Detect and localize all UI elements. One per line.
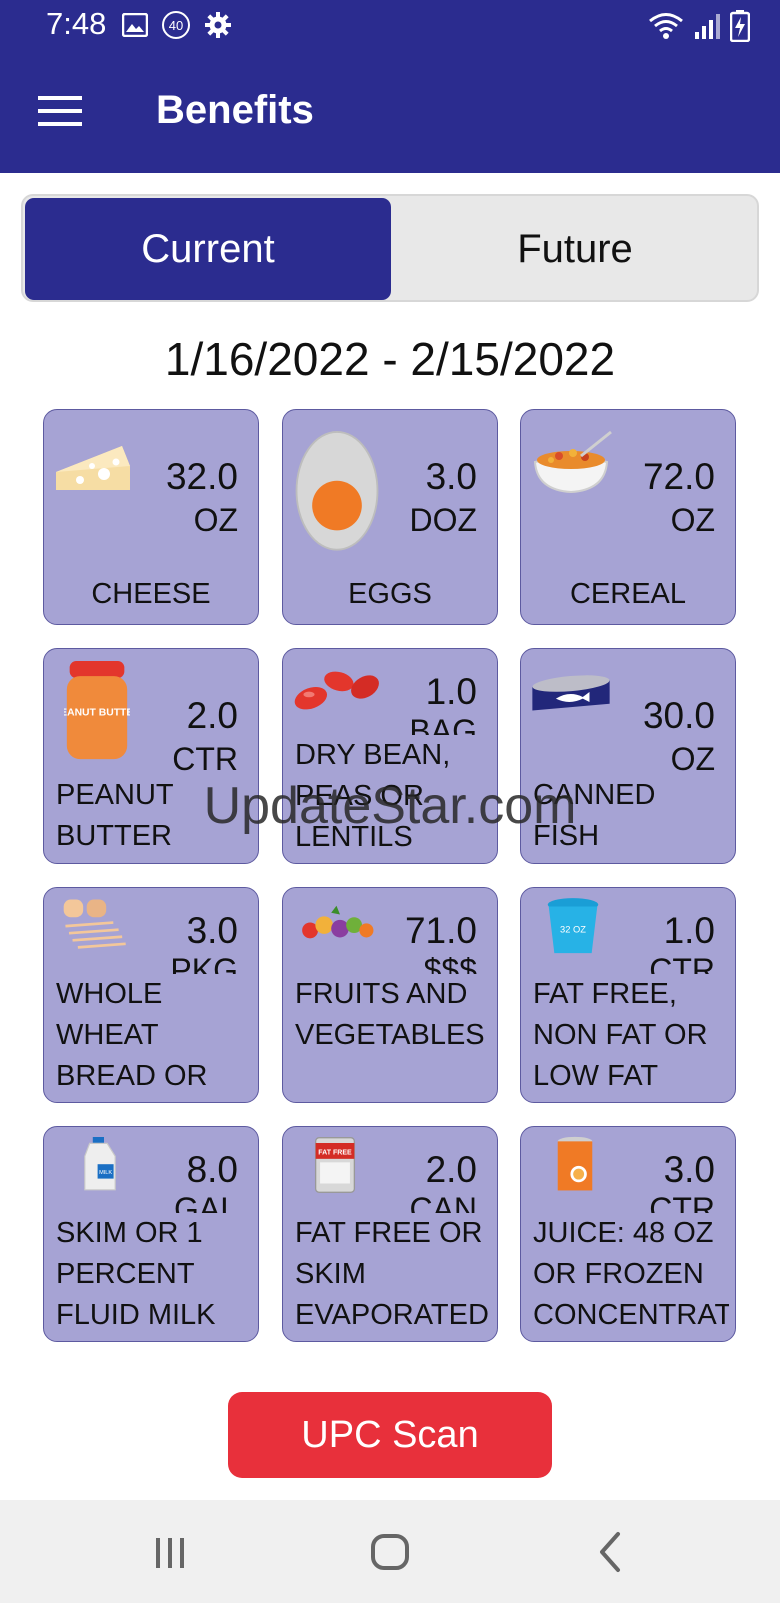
- milk-jug-label: MILK: [99, 1170, 112, 1176]
- benefit-unit: $$$: [423, 954, 477, 974]
- egg-icon: [295, 431, 379, 551]
- battery-charging-icon: [730, 10, 750, 42]
- benefit-quantity: 3.0: [186, 910, 238, 951]
- benefit-quantity: 3.0: [663, 1149, 715, 1190]
- benefit-unit: BAG: [409, 715, 477, 735]
- milk-jug-icon: MILK: [84, 1137, 116, 1191]
- benefit-name: CANNED FISH: [533, 779, 656, 852]
- benefit-tile-skim-milk[interactable]: MILK 8.0 GAL SKIM OR 1 PERCENT FLUID MIL…: [43, 1126, 259, 1342]
- cereal-icon: [533, 430, 612, 494]
- wifi-icon: [649, 13, 683, 39]
- yogurt-cup-label: 32 OZ: [560, 925, 586, 935]
- yogurt-cup-icon: 32 OZ: [547, 898, 599, 954]
- benefit-quantity: 72.0: [642, 456, 715, 497]
- benefit-tile-canned-fish[interactable]: 30.0 OZ CANNED FISH: [520, 648, 736, 864]
- benefit-name: JUICE: 48 OZ OR FROZEN CONCENTRATE: [533, 1217, 729, 1331]
- benefit-tile-peanut-butter[interactable]: PEANUT BUTTER 2.0 CTR PEANUT BUTTER: [43, 648, 259, 864]
- system-navigation-bar: [0, 1500, 780, 1603]
- benefit-unit: CTR: [172, 741, 238, 777]
- benefit-name: WHOLE WHEAT BREAD OR: [56, 978, 208, 1092]
- settings-gear-icon: [205, 12, 231, 38]
- benefit-name: CHEESE: [91, 578, 211, 610]
- tab-current[interactable]: Current: [25, 198, 391, 300]
- hamburger-menu-icon[interactable]: [38, 92, 82, 130]
- evaporated-can-label: FAT FREE: [318, 1149, 352, 1156]
- gallery-icon: [122, 13, 148, 37]
- benefit-name: CEREAL: [569, 578, 687, 610]
- notification-count: 40: [168, 17, 184, 33]
- evaporated-milk-can-icon: FAT FREE: [314, 1137, 356, 1193]
- benefit-quantity: 2.0: [425, 1149, 477, 1190]
- benefit-quantity: 2.0: [186, 695, 238, 736]
- cheese-icon: [56, 446, 130, 490]
- beans-icon: [294, 671, 379, 710]
- benefit-unit: GAL: [173, 1193, 238, 1213]
- benefit-tile-cereal[interactable]: 72.0 OZ CEREAL: [520, 409, 736, 625]
- benefit-tile-fruits-vegetables[interactable]: 71.0 $$$ FRUITS AND VEGETABLES: [282, 887, 498, 1103]
- benefit-period-tabs: Current Future: [21, 194, 759, 302]
- benefit-tile-eggs[interactable]: 3.0 DOZ EGGS: [282, 409, 498, 625]
- benefit-name: PEANUT BUTTER: [56, 779, 174, 852]
- benefit-tile-whole-wheat-bread[interactable]: 3.0 PKG WHOLE WHEAT BREAD OR: [43, 887, 259, 1103]
- home-icon[interactable]: [360, 1524, 420, 1580]
- benefit-unit: PKG: [170, 954, 238, 974]
- benefit-unit: OZ: [193, 502, 238, 538]
- app-header: 7:48 40 Benefits: [0, 0, 780, 173]
- benefit-date-range: 1/16/2022 - 2/15/2022: [164, 333, 616, 385]
- benefit-quantity: 30.0: [642, 695, 715, 736]
- benefit-name: EGGS: [348, 578, 432, 610]
- upc-scan-button[interactable]: UPC Scan: [228, 1392, 552, 1478]
- back-icon[interactable]: [580, 1524, 640, 1580]
- signal-icon: [695, 14, 720, 39]
- tab-future[interactable]: Future: [393, 198, 757, 300]
- benefit-name: FAT FREE, NON FAT OR LOW FAT: [533, 978, 708, 1092]
- canned-fish-icon: [532, 675, 610, 711]
- benefit-name: DRY BEAN, PEAS OR LENTILS: [295, 739, 451, 853]
- benefit-tile-dry-beans[interactable]: 1.0 BAG DRY BEAN, PEAS OR LENTILS: [282, 648, 498, 864]
- benefit-unit: OZ: [670, 741, 715, 777]
- benefit-quantity: 3.0: [425, 456, 477, 497]
- benefit-tile-evaporated-milk[interactable]: FAT FREE 2.0 CAN FAT FREE OR SKIM EVAPOR…: [282, 1126, 498, 1342]
- benefit-unit: DOZ: [409, 502, 477, 538]
- status-time: 7:48: [46, 6, 107, 41]
- benefit-tile-cheese[interactable]: 32.0 OZ CHEESE: [43, 409, 259, 625]
- benefit-quantity: 8.0: [186, 1149, 238, 1190]
- benefit-name: SKIM OR 1 PERCENT FLUID MILK: [56, 1217, 216, 1331]
- notification-badge-icon: 40: [162, 11, 190, 39]
- benefit-name: FAT FREE OR SKIM EVAPORATED: [295, 1217, 489, 1331]
- produce-icon: [302, 905, 374, 939]
- benefit-quantity: 32.0: [165, 456, 238, 497]
- benefit-quantity: 71.0: [404, 910, 477, 951]
- benefit-unit: OZ: [670, 502, 715, 538]
- benefit-unit: CAN: [409, 1193, 477, 1213]
- status-icons-right: [648, 10, 750, 42]
- benefit-tile-juice[interactable]: 3.0 CTR JUICE: 48 OZ OR FROZEN CONCENTRA…: [520, 1126, 736, 1342]
- benefit-quantity: 1.0: [663, 910, 715, 951]
- bread-icon: [63, 899, 126, 949]
- page-title: Benefits: [156, 88, 314, 132]
- benefit-unit: CTR: [649, 954, 715, 974]
- benefit-tile-low-fat-yogurt[interactable]: 32 OZ 1.0 CTR FAT FREE, NON FAT OR LOW F…: [520, 887, 736, 1103]
- peanut-butter-icon: PEANUT BUTTER: [64, 661, 130, 760]
- juice-can-icon: [557, 1136, 593, 1191]
- benefit-quantity: 1.0: [425, 671, 477, 712]
- benefit-name: FRUITS AND VEGETABLES: [295, 978, 485, 1051]
- recent-apps-icon[interactable]: [140, 1524, 200, 1580]
- benefit-unit: CTR: [649, 1193, 715, 1213]
- peanut-butter-label: PEANUT BUTTER: [64, 708, 130, 719]
- status-icons-left: 40: [122, 10, 232, 40]
